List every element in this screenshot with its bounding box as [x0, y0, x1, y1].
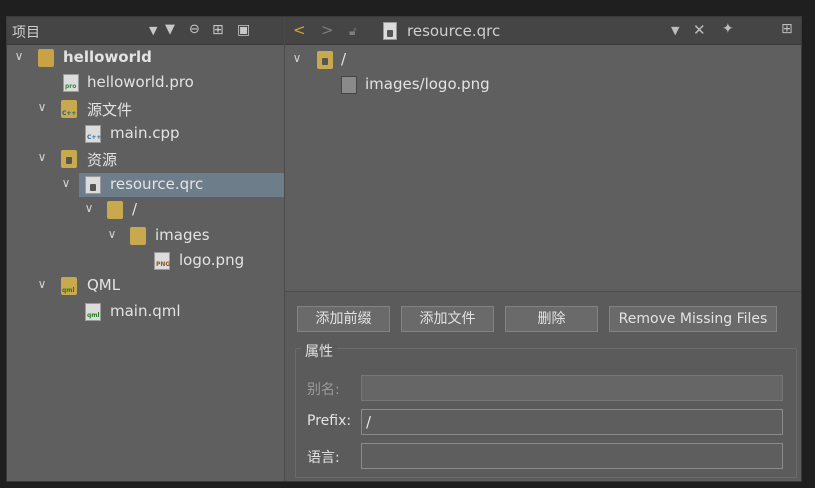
png-file-icon: PNG — [154, 252, 170, 270]
tree-item-main-qml[interactable]: qml main.qml — [7, 300, 284, 324]
tree-item-label: 资源 — [87, 151, 118, 169]
tree-item-images[interactable]: ∨ images — [7, 224, 284, 248]
chevron-down-icon[interactable]: ∨ — [106, 227, 118, 241]
alias-label: 别名: — [307, 382, 340, 398]
resource-properties-panel: 添加前缀 添加文件 删除 Remove Missing Files 属性 别名:… — [285, 292, 801, 481]
tree-item-label: main.qml — [110, 302, 181, 320]
folder-icon — [317, 51, 333, 69]
pane-title: 项目 — [12, 25, 40, 41]
editor-filename[interactable]: resource.qrc — [407, 22, 500, 40]
project-pane: 项目 ▼ ▼ ⊖ ⊞ ▣ ∨ helloworld pro helloworld… — [7, 17, 285, 481]
split-icon[interactable]: ⊞ — [781, 21, 793, 37]
resource-file-label: images/logo.png — [365, 75, 490, 93]
alias-field[interactable] — [361, 375, 783, 401]
close-pane-icon[interactable]: ▣ — [237, 22, 250, 38]
tree-item-sources[interactable]: ∨ C++ 源文件 — [7, 97, 284, 121]
chevron-down-icon[interactable]: ∨ — [36, 100, 48, 114]
resource-tree: ∨ / images/logo.png — [285, 45, 801, 292]
tree-item-main-cpp[interactable]: C++ main.cpp — [7, 122, 284, 146]
project-toolbar: 项目 ▼ ▼ ⊖ ⊞ ▣ — [7, 17, 284, 45]
tree-item-resources[interactable]: ∨ 资源 — [7, 147, 284, 171]
tree-item-label: logo.png — [179, 251, 245, 269]
close-icon[interactable]: ✕ — [693, 21, 706, 39]
folder-icon — [107, 201, 123, 219]
filter-icon[interactable]: ▼ — [165, 22, 175, 37]
editor-toolbar: < > 🔓︎ resource.qrc ▼ ✕ ✦ ⊞ — [285, 17, 801, 45]
tree-item-label: main.cpp — [110, 124, 180, 142]
properties-title: 属性 — [301, 341, 337, 361]
tree-item-label: 源文件 — [87, 101, 133, 119]
tree-item-label: resource.qrc — [110, 175, 204, 193]
qrc-file-icon — [383, 22, 397, 40]
resource-folder-icon — [61, 150, 77, 168]
chevron-down-icon[interactable]: ∨ — [60, 176, 72, 190]
add-prefix-button[interactable]: 添加前缀 — [297, 306, 390, 332]
prefix-field-label: Prefix: — [307, 413, 352, 429]
chevron-down-icon[interactable]: ▼ — [149, 24, 157, 37]
resource-file-row[interactable]: images/logo.png — [285, 73, 801, 97]
tree-item-logo-png[interactable]: PNG logo.png — [7, 249, 284, 273]
resource-editor: < > 🔓︎ resource.qrc ▼ ✕ ✦ ⊞ ∨ / images/l… — [285, 17, 801, 481]
folder-icon: C++ — [61, 100, 77, 118]
language-field[interactable] — [361, 443, 783, 469]
cpp-file-icon: C++ — [85, 125, 101, 143]
qml-folder-icon: qml — [61, 277, 77, 295]
chevron-down-icon[interactable]: ∨ — [13, 49, 25, 63]
chevron-down-icon[interactable]: ∨ — [36, 150, 48, 164]
tree-item-label: helloworld.pro — [87, 73, 194, 91]
chevron-down-icon[interactable]: ∨ — [83, 201, 95, 215]
prefix-label: / — [341, 50, 347, 68]
add-files-button[interactable]: 添加文件 — [401, 306, 494, 332]
project-folder-icon — [38, 49, 54, 67]
delete-button[interactable]: 删除 — [505, 306, 598, 332]
folder-icon — [130, 227, 146, 245]
tree-item-helloworld[interactable]: ∨ helloworld — [7, 46, 284, 70]
tree-item-prefix-root[interactable]: ∨ / — [7, 198, 284, 222]
split-icon[interactable]: ⊞ — [212, 22, 224, 38]
qml-file-icon: qml — [85, 303, 101, 321]
lock-icon[interactable]: 🔓︎ — [349, 24, 357, 39]
tree-item-label: / — [132, 200, 138, 218]
tree-item-helloworld-pro[interactable]: pro helloworld.pro — [7, 71, 284, 95]
tree-item-qml[interactable]: ∨ qml QML — [7, 274, 284, 298]
tree-item-label: QML — [87, 276, 121, 294]
back-arrow-icon[interactable]: < — [293, 21, 306, 39]
chevron-down-icon[interactable]: ▼ — [671, 24, 679, 37]
image-thumbnail-icon — [341, 76, 357, 94]
qrc-file-icon — [85, 176, 101, 194]
language-label: 语言: — [307, 450, 340, 466]
chevron-down-icon[interactable]: ∨ — [291, 51, 303, 65]
pin-icon[interactable]: ✦ — [722, 21, 734, 37]
link-icon[interactable]: ⊖ — [189, 22, 200, 37]
tree-item-label: helloworld — [63, 48, 152, 66]
forward-arrow-icon[interactable]: > — [321, 21, 334, 39]
remove-missing-files-button[interactable]: Remove Missing Files — [609, 306, 777, 332]
chevron-down-icon[interactable]: ∨ — [36, 277, 48, 291]
pro-file-icon: pro — [63, 74, 79, 92]
qt-creator-window: 项目 ▼ ▼ ⊖ ⊞ ▣ ∨ helloworld pro helloworld… — [6, 16, 802, 482]
tree-item-label: images — [155, 226, 210, 244]
prefix-field[interactable]: / — [361, 409, 783, 435]
resource-prefix-row[interactable]: ∨ / — [285, 48, 801, 72]
tree-item-resource-qrc[interactable]: ∨ resource.qrc — [62, 173, 284, 197]
